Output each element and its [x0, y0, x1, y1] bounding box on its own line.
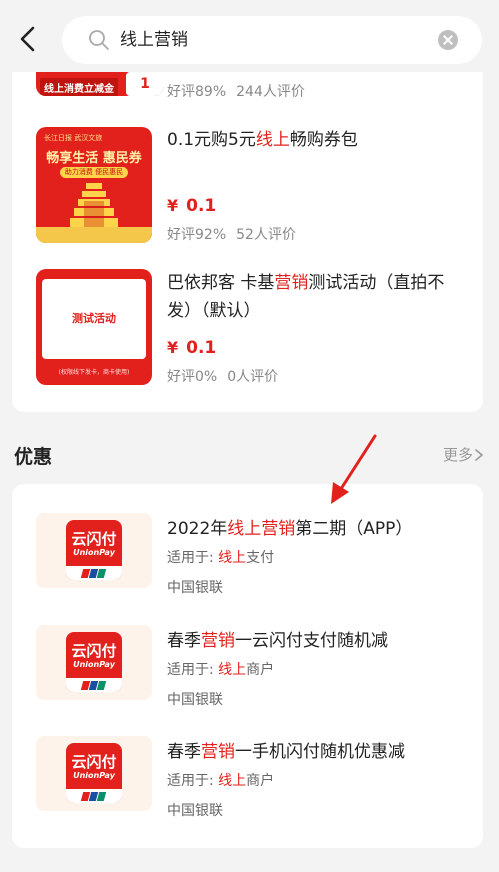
product-thumbnail[interactable]: 测试活动 (权限线下发卡，商卡使用) — [36, 269, 152, 385]
pagoda-illustration — [70, 183, 118, 227]
coupon-issuer: 中国银联 — [167, 692, 223, 708]
logo-cn: 云闪付 — [71, 753, 117, 771]
coupon-scope: 适用于: 线上商户 — [167, 659, 274, 679]
coupon-scope: 适用于: 线上商户 — [167, 770, 274, 790]
title-text: 0.1元购5元 — [167, 130, 256, 150]
title-text: 2022年 — [167, 519, 228, 539]
coupon-issuer: 中国银联 — [167, 803, 223, 819]
title-highlight: 线上营销 — [227, 519, 296, 539]
coupon-list: 云闪付 UnionPay 2022年线上营销第二期（APP） 适用于: 线上支付… — [12, 484, 483, 848]
coupon-title[interactable]: 春季营销一手机闪付随机优惠减 — [167, 737, 405, 762]
poster-sub: 助力消费 便民惠民 — [60, 167, 128, 178]
title-text: 春季 — [167, 742, 201, 762]
product-thumbnail[interactable]: 长江日报 武汉文旅 畅享生活 惠民券 助力消费 便民惠民 — [36, 127, 152, 243]
rating-good: 好评89% — [167, 84, 227, 100]
poster-footer: (权限线下发卡，商卡使用) — [58, 369, 130, 376]
poster-slogan: 畅享生活 惠民券 — [46, 151, 142, 166]
rating-count: 0人评价 — [227, 369, 279, 385]
title-text: 一云闪付支付随机减 — [235, 631, 388, 651]
thumbnail-tag: 线上消费立减金 — [40, 78, 118, 96]
rating-good: 好评92% — [167, 227, 227, 243]
coupon-logo[interactable]: 云闪付 UnionPay — [36, 625, 152, 700]
product-rating: 好评89% 244人评价 — [167, 81, 315, 101]
logo-cn: 云闪付 — [71, 530, 117, 548]
title-text: 畅购券包 — [289, 130, 358, 150]
product-title[interactable]: 巴依邦客 卡基营销测试活动（直拍不发）（默认） — [167, 269, 467, 325]
product-price: ¥0.1 — [167, 196, 216, 216]
search-input[interactable]: 线上营销 — [62, 16, 482, 64]
scope-label: 适用于: — [167, 773, 219, 789]
rating-count: 244人评价 — [236, 84, 305, 100]
coupon-logo[interactable]: 云闪付 UnionPay — [36, 513, 152, 588]
unionpay-logo: 云闪付 UnionPay — [66, 632, 122, 692]
rating-good: 好评0% — [167, 369, 218, 385]
search-query[interactable]: 线上营销 — [120, 29, 188, 51]
poster-label: 测试活动 — [42, 279, 146, 359]
price-value: 0.1 — [186, 338, 217, 358]
logo-en: UnionPay — [73, 771, 115, 780]
logo-en: UnionPay — [73, 548, 115, 557]
product-price: ¥0.1 — [167, 338, 216, 358]
clear-icon[interactable] — [438, 30, 458, 50]
product-title[interactable]: 0.1元购5元线上畅购券包 — [167, 126, 467, 154]
top-bar: 线上营销 — [0, 0, 499, 72]
logo-cn: 云闪付 — [71, 642, 117, 660]
title-text: 春季 — [167, 631, 201, 651]
title-highlight: 线上 — [255, 130, 290, 150]
title-text: 一手机闪付随机优惠减 — [235, 742, 405, 762]
title-highlight: 营销 — [201, 631, 235, 651]
search-icon — [89, 30, 109, 50]
poster-header: 长江日报 武汉文旅 — [44, 134, 103, 142]
currency-symbol: ¥ — [167, 196, 179, 215]
scope-highlight: 线上 — [218, 662, 247, 678]
unionpay-logo: 云闪付 UnionPay — [66, 520, 122, 580]
product-list: 线上消费立减金 1 好评89% 244人评价 长江日报 武汉文旅 畅享生活 惠民券… — [12, 40, 483, 412]
scope-label: 适用于: — [167, 550, 219, 566]
unionpay-logo: 云闪付 UnionPay — [66, 743, 122, 803]
scope-text: 支付 — [246, 550, 275, 566]
coupon-title[interactable]: 2022年线上营销第二期（APP） — [167, 514, 412, 539]
scope-highlight: 线上 — [218, 550, 247, 566]
coupon-scope: 适用于: 线上支付 — [167, 547, 274, 567]
more-link[interactable]: 更多 — [443, 444, 473, 465]
price-value: 0.1 — [186, 196, 217, 216]
poster-ground — [36, 227, 152, 243]
title-highlight: 营销 — [274, 273, 309, 293]
logo-en: UnionPay — [73, 660, 115, 669]
scope-text: 商户 — [246, 773, 275, 789]
title-highlight: 营销 — [201, 742, 235, 762]
thumbnail-badge: 1 — [126, 72, 164, 96]
title-text: 巴依邦客 卡基 — [167, 273, 275, 293]
scope-highlight: 线上 — [218, 773, 247, 789]
red-arrow-icon — [331, 434, 377, 504]
scope-text: 商户 — [246, 662, 275, 678]
coupon-issuer: 中国银联 — [167, 580, 223, 596]
coupon-logo[interactable]: 云闪付 UnionPay — [36, 736, 152, 811]
rating-count: 52人评价 — [236, 227, 296, 243]
product-rating: 好评0% 0人评价 — [167, 366, 288, 386]
currency-symbol: ¥ — [167, 338, 179, 357]
section-title: 优惠 — [14, 446, 53, 468]
title-text: 第二期（APP） — [295, 519, 413, 539]
chevron-right-icon[interactable] — [473, 448, 485, 462]
back-arrow-icon[interactable] — [14, 24, 44, 54]
product-rating: 好评92% 52人评价 — [167, 224, 306, 244]
scope-label: 适用于: — [167, 662, 219, 678]
coupon-title[interactable]: 春季营销一云闪付支付随机减 — [167, 626, 388, 651]
